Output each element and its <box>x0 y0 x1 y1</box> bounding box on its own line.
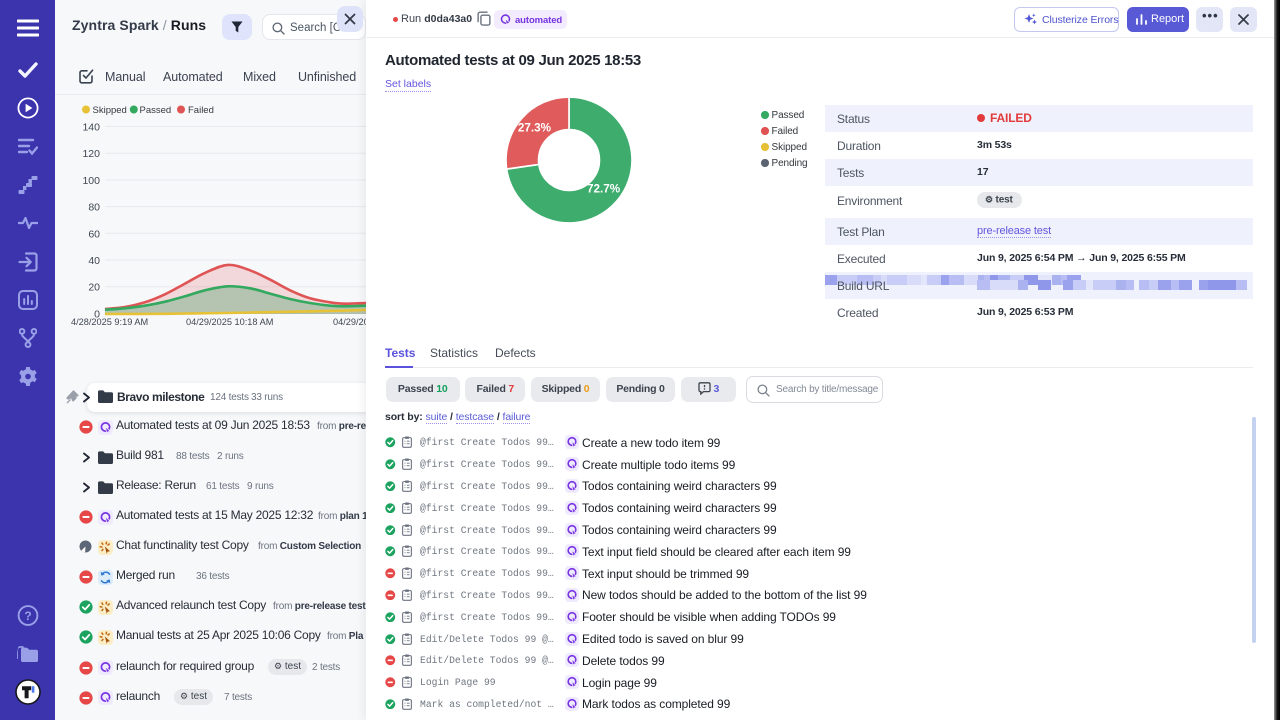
svg-text:60: 60 <box>88 228 100 240</box>
svg-text:04/29/2025 10:18 AM: 04/29/2025 10:18 AM <box>186 317 273 327</box>
svg-text:4/28/2025 9:19 AM: 4/28/2025 9:19 AM <box>71 317 148 327</box>
svg-text:72.7%: 72.7% <box>587 183 621 196</box>
svg-text:04/29/2025 10: 04/29/2025 10 <box>333 317 366 327</box>
svg-text:140: 140 <box>82 122 100 134</box>
svg-text:?: ? <box>24 609 31 623</box>
svg-text:Passed: Passed <box>140 105 172 116</box>
svg-text:27.3%: 27.3% <box>518 122 552 135</box>
svg-text:80: 80 <box>88 202 100 214</box>
svg-text:20: 20 <box>88 282 100 294</box>
svg-text:100: 100 <box>82 175 100 187</box>
svg-text:40: 40 <box>88 255 100 267</box>
svg-text:Skipped: Skipped <box>93 105 127 116</box>
svg-text:Failed: Failed <box>188 105 214 116</box>
svg-text:120: 120 <box>82 148 100 160</box>
